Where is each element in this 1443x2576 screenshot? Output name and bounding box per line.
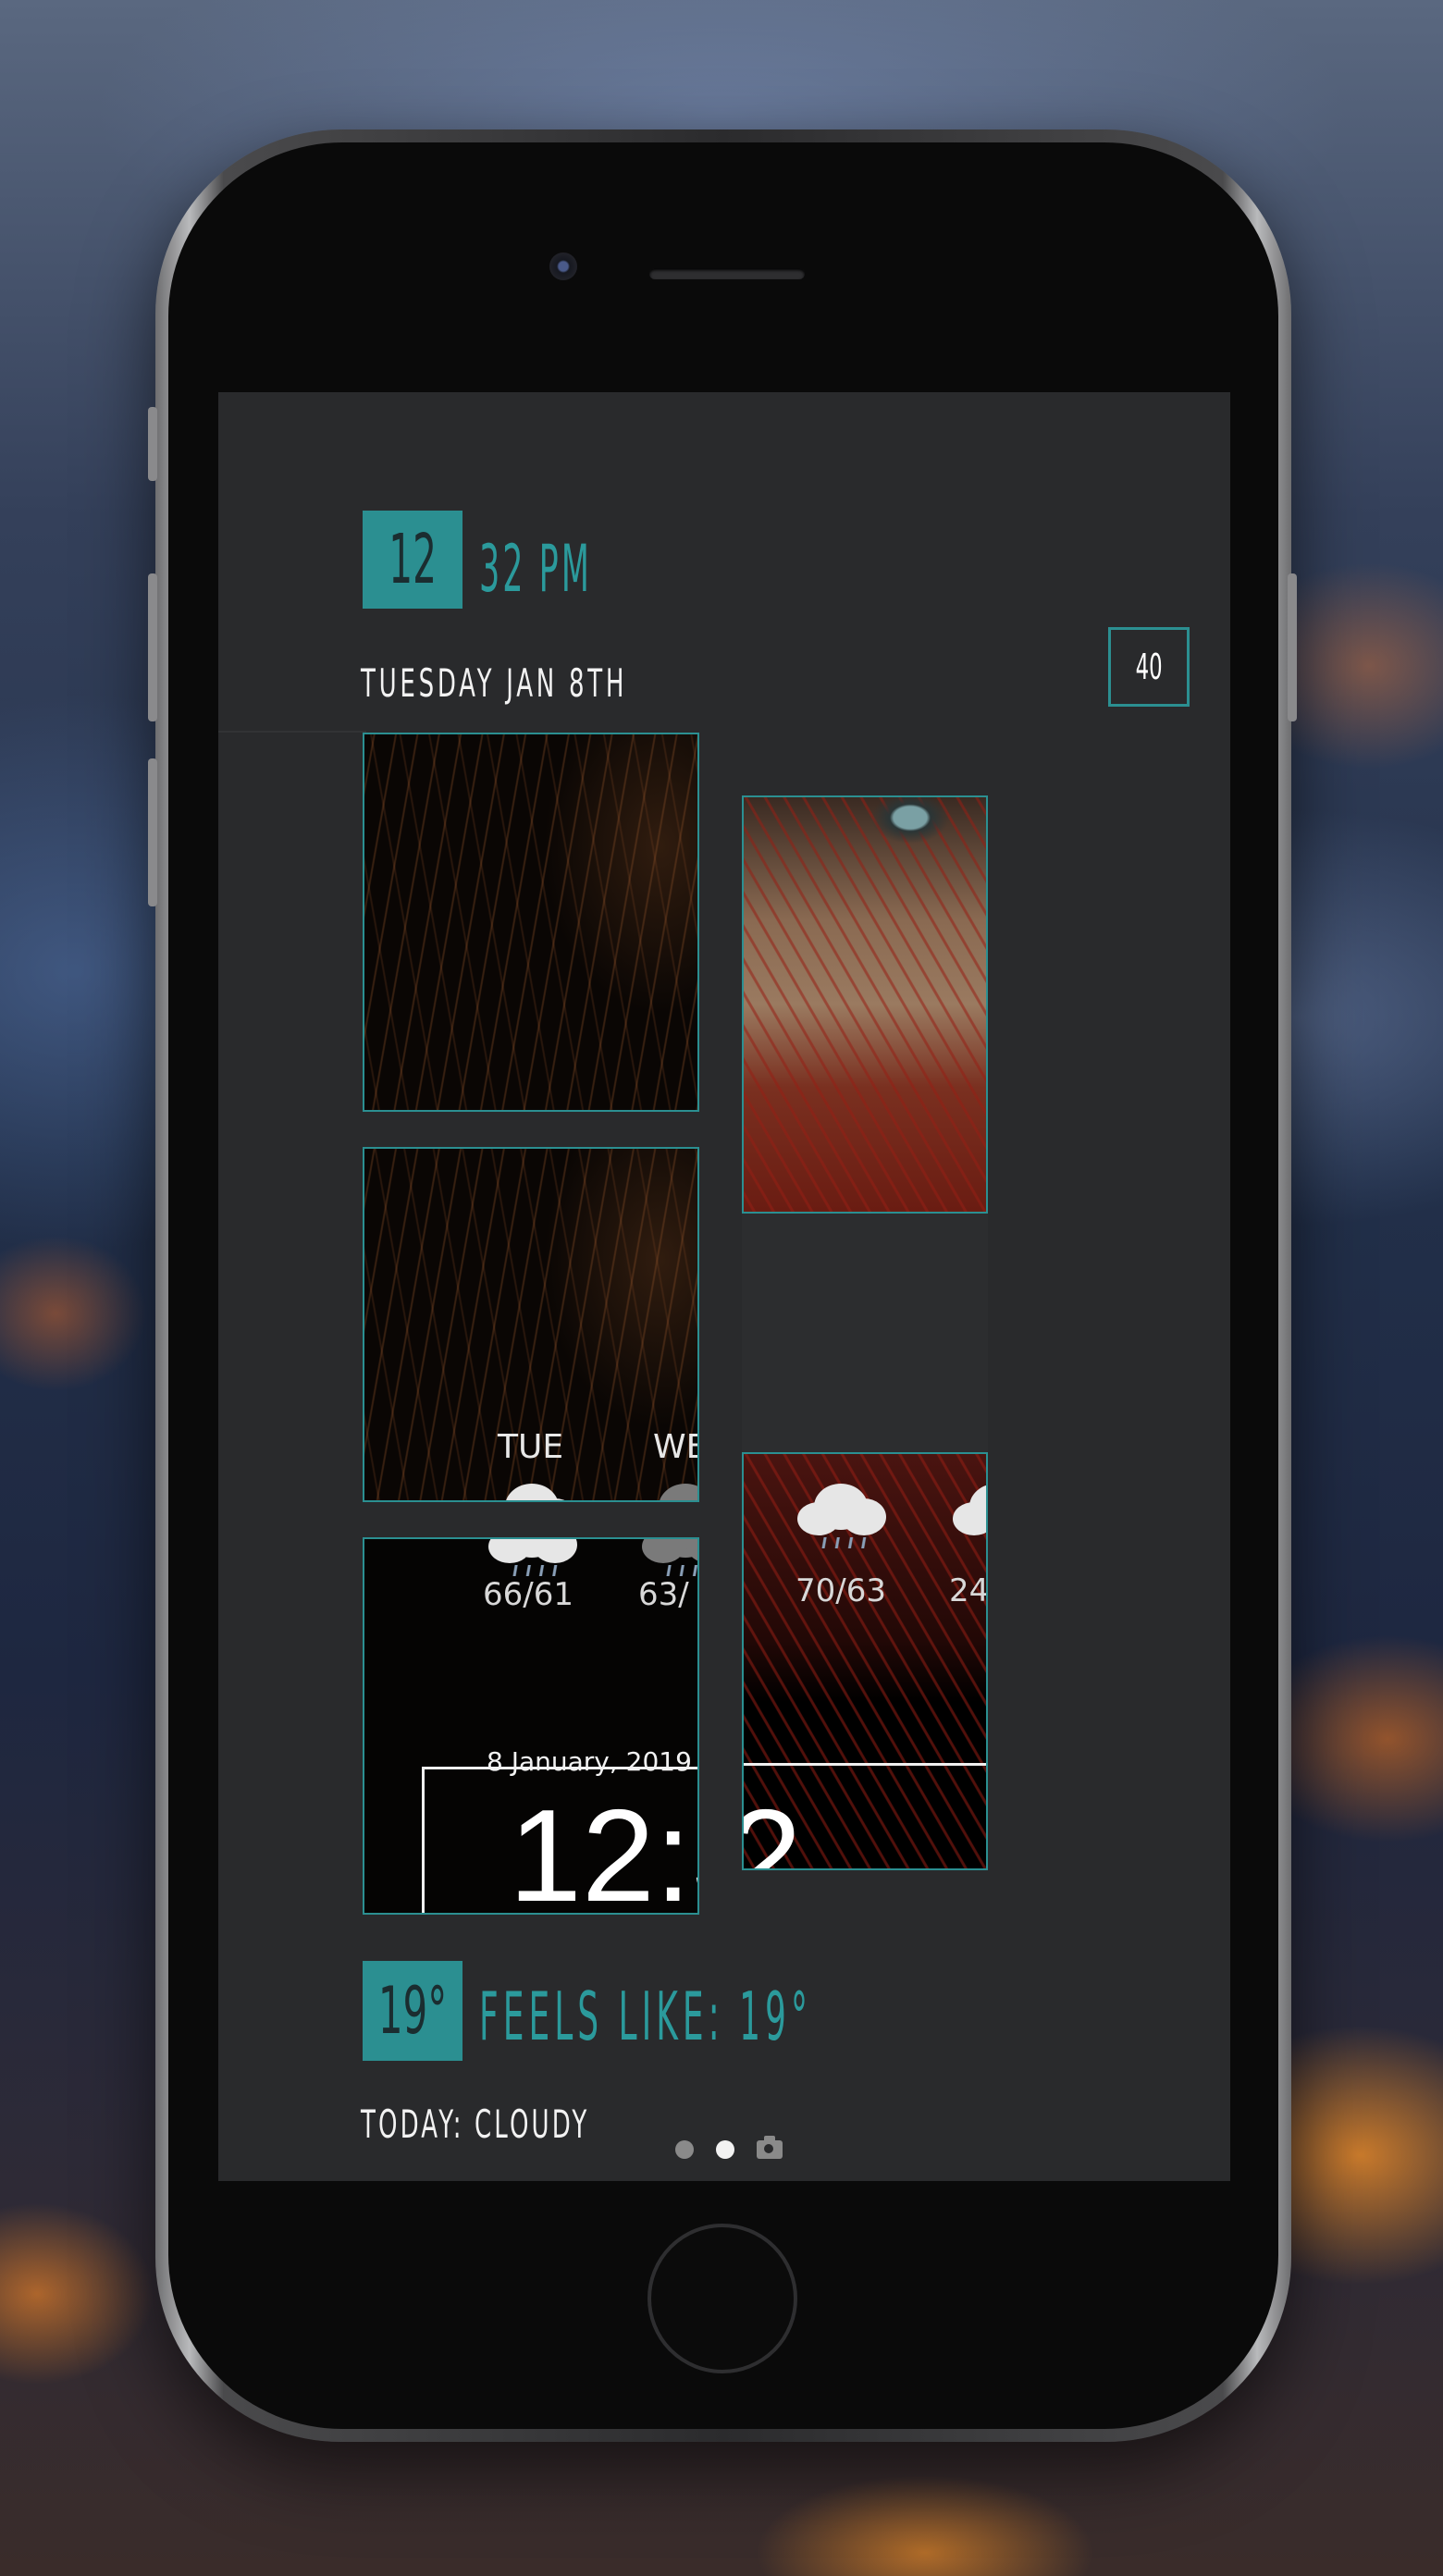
hour-box: 12	[363, 511, 462, 609]
forecast-temps: 63/	[638, 1576, 689, 1613]
camera-icon[interactable]	[757, 2136, 783, 2159]
rain-cloud-icon	[797, 1484, 886, 1548]
battery-indicator: 40	[1108, 627, 1190, 707]
rain-cloud-icon	[488, 1484, 577, 1500]
eye-photo	[744, 797, 986, 1212]
temperature-text: 19°	[377, 1973, 448, 2049]
volume-up-button	[148, 573, 157, 721]
hair-photo	[364, 734, 697, 1110]
clock-frame-line	[744, 1763, 986, 1766]
hair-photo-tile[interactable]	[363, 733, 699, 1112]
page-dot-active[interactable]	[716, 2140, 734, 2159]
forecast-temps: 70/63	[796, 1572, 886, 1609]
mute-switch	[148, 407, 157, 481]
rain-cloud-icon	[642, 1484, 697, 1500]
hair-weather-tile[interactable]: TUE WE	[363, 1147, 699, 1502]
rain-cloud-icon	[488, 1539, 577, 1576]
weather-clock-tile[interactable]: 70/63 24 2	[742, 1452, 988, 1870]
battery-value: 40	[1135, 647, 1163, 687]
clock-widget-time: 12:3	[509, 1782, 697, 1915]
weather-clock-tile-left[interactable]: 66/61 63/ 8 January, 2019 12:3	[363, 1537, 699, 1915]
forecast-day-label: WE	[653, 1428, 697, 1466]
forecast-day-label: TUE	[498, 1428, 564, 1466]
tile-gap	[742, 1214, 988, 1452]
clock-time-partial: 2	[744, 1791, 802, 1869]
divider	[218, 731, 366, 733]
rain-cloud-icon	[953, 1484, 986, 1535]
rain-cloud-icon	[642, 1539, 697, 1576]
clock-widget-date: 8 January, 2019	[487, 1746, 692, 1777]
volume-down-button	[148, 758, 157, 906]
temperature-box: 19°	[363, 1961, 462, 2061]
page-dot[interactable]	[675, 2140, 694, 2159]
page-indicator[interactable]	[675, 2136, 783, 2159]
home-screen: 12 32 PM TUESDAY JAN 8TH 40 TUE WE 70/63…	[218, 392, 1230, 2181]
minutes-text: 32 PM	[479, 531, 592, 607]
condition-text: TODAY: CLOUDY	[361, 2101, 590, 2147]
hour-text: 12	[388, 520, 437, 599]
feels-like-text: FEELS LIKE: 19°	[479, 1978, 812, 2055]
earpiece-speaker	[649, 268, 805, 279]
forecast-temps: 24	[949, 1572, 988, 1609]
eye-photo-tile[interactable]	[742, 795, 988, 1214]
home-button[interactable]	[648, 2224, 797, 2373]
front-camera	[549, 253, 577, 280]
date-text: TUESDAY JAN 8TH	[361, 660, 628, 706]
power-button	[1288, 573, 1297, 721]
forecast-temps: 66/61	[483, 1576, 574, 1613]
